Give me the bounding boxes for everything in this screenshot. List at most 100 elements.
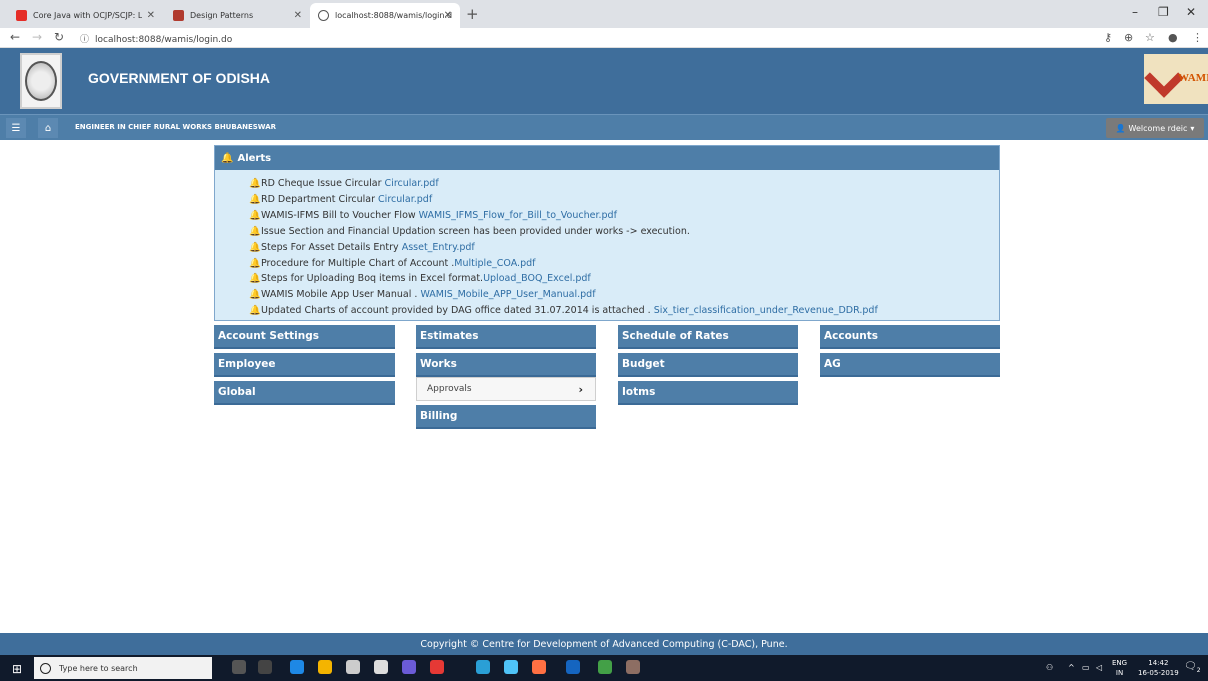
menu-global[interactable]: Global: [214, 381, 395, 405]
wamis-logo: WAMIS: [1144, 54, 1208, 104]
menu-employee[interactable]: Employee: [214, 353, 395, 377]
close-tab-icon[interactable]: ✕: [294, 10, 302, 21]
chrome-icon[interactable]: [430, 660, 444, 674]
address-bar: ← → ↻ ⓘ localhost:8088/wamis/login.do ⚷ ⊕…: [0, 28, 1208, 48]
alert-link[interactable]: Asset_Entry.pdf: [402, 242, 475, 253]
alert-item: 🔔Steps for Uploading Boq items in Excel …: [249, 271, 999, 287]
notifications-icon[interactable]: 🗨2: [1184, 661, 1201, 674]
odisha-emblem-logo: [20, 53, 62, 109]
user-icon: 👤: [1115, 123, 1126, 133]
eclipse-icon[interactable]: [402, 660, 416, 674]
alert-link[interactable]: WAMIS_Mobile_APP_User_Manual.pdf: [420, 289, 595, 300]
key-icon[interactable]: ⚷: [1104, 31, 1112, 44]
caret-down-icon: ▾: [1190, 123, 1195, 133]
app-icon[interactable]: [626, 660, 640, 674]
browser-tab-wamis[interactable]: localhost:8088/wamis/login.do ✕: [310, 3, 460, 28]
menu-billing[interactable]: Billing: [416, 405, 596, 429]
store-icon[interactable]: [346, 660, 360, 674]
user-menu-button[interactable]: 👤 Welcome rdeic ▾: [1106, 118, 1204, 138]
browser-tab-design-patterns[interactable]: Design Patterns ✕: [165, 3, 310, 28]
alert-item: 🔔Issue Section and Financial Updation sc…: [249, 224, 999, 240]
bell-icon: 🔔: [249, 193, 261, 205]
bell-icon: 🔔: [249, 241, 261, 253]
file-explorer-icon[interactable]: [318, 660, 332, 674]
zoom-icon[interactable]: ⊕: [1124, 31, 1133, 44]
alert-item: 🔔Updated Charts of account provided by D…: [249, 303, 999, 319]
virtualbox-icon[interactable]: [504, 660, 518, 674]
bell-icon: 🔔: [249, 257, 261, 269]
windows-taskbar: ⊞ Type here to search ⚇ ^ ▭ ◁ ENG IN 14:…: [0, 655, 1208, 681]
language-indicator[interactable]: ENG IN: [1112, 658, 1127, 678]
menu-works[interactable]: Works: [416, 353, 596, 377]
restore-icon[interactable]: ❐: [1158, 5, 1169, 19]
alert-link[interactable]: Upload_BOQ_Excel.pdf: [483, 273, 591, 284]
menu-accounts[interactable]: Accounts: [820, 325, 1000, 349]
alert-item: 🔔RD Cheque Issue Circular Circular.pdf: [249, 176, 999, 192]
menu-dots-icon[interactable]: ⋮: [1192, 31, 1203, 44]
alert-link[interactable]: Six_tier_classification_under_Revenue_DD…: [654, 305, 878, 316]
brand-title: GOVERNMENT OF ODISHA: [88, 70, 271, 86]
people-icon[interactable]: ⚇: [1046, 663, 1053, 672]
menu-iotms[interactable]: Iotms: [618, 381, 798, 405]
sub-navbar: ☰ ⌂ ENGINEER IN CHIEF RURAL WORKS BHUBAN…: [0, 114, 1208, 140]
volume-icon[interactable]: ◁: [1096, 663, 1102, 672]
info-icon: ⓘ: [80, 35, 90, 45]
microphone-icon[interactable]: [232, 660, 246, 674]
bell-icon: 🔔: [249, 289, 261, 301]
windows-start-icon[interactable]: ⊞: [12, 662, 22, 676]
page-footer: Copyright © Centre for Development of Ad…: [0, 633, 1208, 655]
alert-item: 🔔RD Department Circular Circular.pdf: [249, 192, 999, 208]
mail-icon[interactable]: [374, 660, 388, 674]
alert-item: 🔔WAMIS-IFMS Bill to Voucher Flow WAMIS_I…: [249, 208, 999, 224]
bell-icon: 🔔: [249, 273, 261, 285]
star-icon[interactable]: ☆: [1145, 31, 1155, 44]
browser-tabbar: Core Java with OCJP/SCJP: L ✕ Design Pat…: [0, 0, 1208, 28]
alert-link[interactable]: Multiple_COA.pdf: [454, 258, 535, 269]
close-tab-icon[interactable]: ✕: [147, 10, 155, 21]
bell-icon: 🔔: [221, 152, 234, 164]
forward-icon[interactable]: →: [32, 30, 42, 44]
bell-icon: 🔔: [249, 305, 261, 317]
network-icon[interactable]: ▭: [1082, 663, 1090, 672]
submenu-approvals[interactable]: Approvals ›: [416, 377, 596, 401]
profile-icon[interactable]: ●: [1168, 31, 1178, 44]
tray-chevron-up-icon[interactable]: ^: [1068, 663, 1075, 672]
taskbar-search[interactable]: Type here to search: [34, 657, 212, 679]
firefox-icon[interactable]: [532, 660, 546, 674]
alerts-panel: 🔔 Alerts 🔔RD Cheque Issue Circular Circu…: [214, 145, 1000, 321]
taskbar-clock[interactable]: 14:42 16-05-2019: [1138, 658, 1179, 678]
new-tab-icon[interactable]: +: [466, 5, 479, 23]
browser-tab-core-java[interactable]: Core Java with OCJP/SCJP: L ✕: [8, 3, 163, 28]
minimize-icon[interactable]: –: [1132, 5, 1138, 19]
home-icon[interactable]: ⌂: [38, 118, 58, 138]
office-name: ENGINEER IN CHIEF RURAL WORKS BHUBANESWA…: [75, 123, 277, 131]
chevron-right-icon: ›: [578, 382, 583, 396]
hamburger-menu-icon[interactable]: ☰: [6, 118, 26, 138]
menu-budget[interactable]: Budget: [618, 353, 798, 377]
close-window-icon[interactable]: ✕: [1186, 5, 1196, 19]
alert-link[interactable]: Circular.pdf: [378, 194, 432, 205]
bell-icon: 🔔: [249, 178, 261, 189]
site-favicon-icon: [173, 10, 184, 21]
globe-icon: [318, 10, 329, 21]
menu-account-settings[interactable]: Account Settings: [214, 325, 395, 349]
alert-link[interactable]: Circular.pdf: [385, 178, 439, 189]
back-icon[interactable]: ←: [10, 30, 20, 44]
menu-ag[interactable]: AG: [820, 353, 1000, 377]
edge-icon[interactable]: [290, 660, 304, 674]
task-view-icon[interactable]: [258, 660, 272, 674]
menu-schedule-of-rates[interactable]: Schedule of Rates: [618, 325, 798, 349]
reload-icon[interactable]: ↻: [54, 30, 64, 44]
notepad-icon[interactable]: [598, 660, 612, 674]
menu-estimates[interactable]: Estimates: [416, 325, 596, 349]
alerts-list: 🔔RD Cheque Issue Circular Circular.pdf 🔔…: [215, 170, 999, 319]
url-field[interactable]: ⓘ localhost:8088/wamis/login.do: [80, 32, 232, 45]
vscode-icon[interactable]: [476, 660, 490, 674]
bell-icon: 🔔: [249, 225, 261, 237]
alert-item: 🔔WAMIS Mobile App User Manual . WAMIS_Mo…: [249, 287, 999, 303]
internet-explorer-icon[interactable]: [566, 660, 580, 674]
youtube-icon: [16, 10, 27, 21]
close-tab-icon[interactable]: ✕: [444, 10, 452, 21]
alert-link[interactable]: WAMIS_IFMS_Flow_for_Bill_to_Voucher.pdf: [419, 210, 617, 221]
alert-item: 🔔Procedure for Multiple Chart of Account…: [249, 256, 999, 272]
